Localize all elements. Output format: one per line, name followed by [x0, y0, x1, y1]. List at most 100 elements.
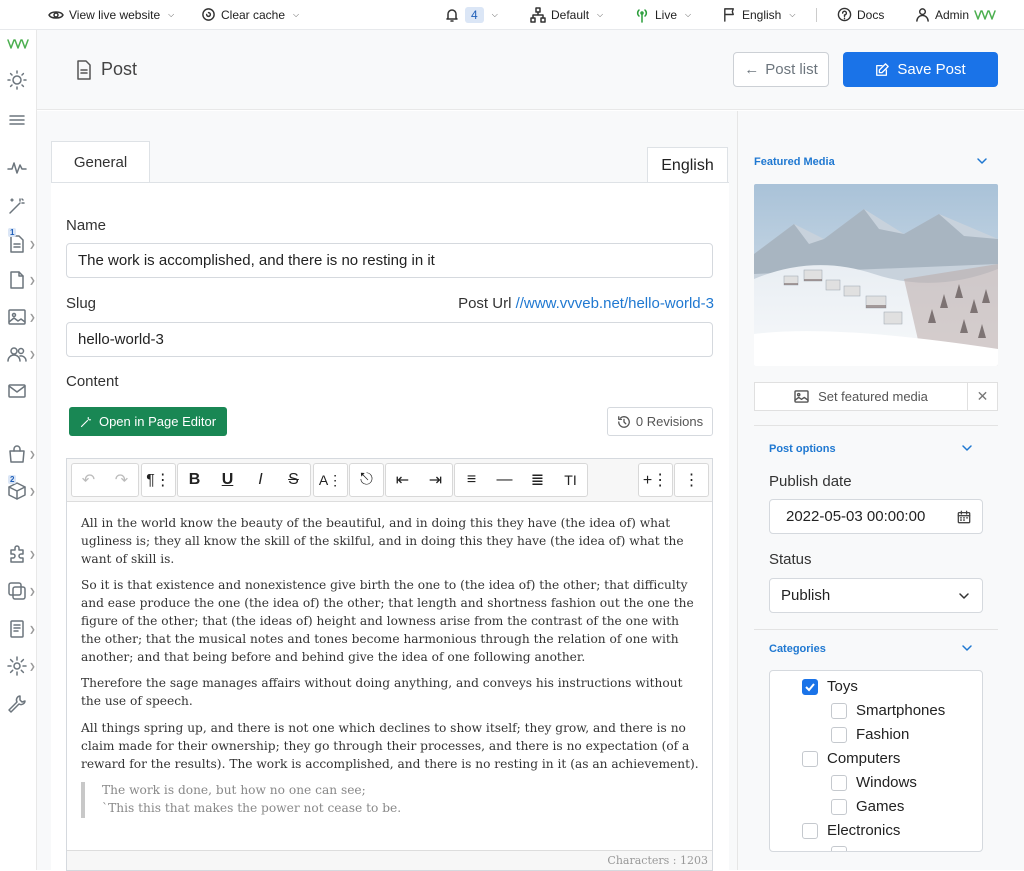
- page-icon[interactable]: ❯: [7, 270, 36, 292]
- post-url-link[interactable]: //www.vvveb.net/hello-world-3: [516, 295, 714, 312]
- help-icon: [837, 7, 852, 22]
- remove-media-icon[interactable]: ✕: [967, 383, 997, 410]
- redo-button[interactable]: ↷: [105, 464, 138, 496]
- sun-icon[interactable]: [7, 70, 29, 92]
- tab-language-english[interactable]: English: [647, 147, 728, 184]
- post-url: Post Url //www.vvveb.net/hello-world-3: [458, 295, 714, 312]
- box-icon[interactable]: 2 ❯: [7, 475, 36, 503]
- themes-icon[interactable]: ❯: [7, 581, 36, 603]
- save-post-button[interactable]: Save Post: [843, 52, 998, 87]
- set-featured-media[interactable]: Set featured media: [755, 383, 967, 410]
- chevron-down-icon: ⌵: [597, 9, 604, 19]
- admin-menu[interactable]: Admin: [915, 0, 996, 29]
- page-header: Post ← Post list Save Post: [37, 30, 1024, 110]
- slug-input[interactable]: hello-world-3: [66, 322, 713, 357]
- insert-button[interactable]: +⋮: [639, 464, 672, 496]
- featured-media-image[interactable]: [754, 184, 998, 366]
- content-paragraph: All in the world know the beauty of the …: [81, 516, 684, 566]
- more-group: ⋮: [674, 463, 709, 497]
- logo-icon[interactable]: [7, 37, 29, 59]
- flag-icon: [722, 7, 737, 22]
- right-sidebar: Featured Media Set featured media ✕ Post…: [737, 111, 1024, 870]
- checkbox[interactable]: [831, 702, 847, 719]
- post-list-button[interactable]: ← Post list: [733, 52, 829, 87]
- checkbox[interactable]: [831, 726, 847, 743]
- italic-button[interactable]: I: [244, 464, 277, 496]
- checkbox-checked[interactable]: [802, 678, 818, 695]
- mail-icon[interactable]: [7, 381, 29, 403]
- undo-button[interactable]: ↶: [72, 464, 105, 496]
- plugins-icon[interactable]: ❯: [7, 544, 36, 566]
- name-input[interactable]: The work is accomplished, and there is n…: [66, 243, 713, 278]
- menu-icon[interactable]: [7, 110, 29, 132]
- clear-cache-menu[interactable]: Clear cache ⌵: [201, 0, 299, 29]
- categories-heading[interactable]: Categories: [769, 643, 826, 655]
- editor-content[interactable]: All in the world know the beauty of the …: [81, 515, 701, 818]
- forms-icon[interactable]: ❯: [7, 619, 36, 641]
- magic-wand-icon[interactable]: [7, 196, 29, 218]
- user-icon: [915, 7, 930, 22]
- publish-date-label: Publish date: [769, 473, 852, 490]
- outdent-button[interactable]: ⇤: [386, 464, 419, 496]
- featured-media-heading[interactable]: Featured Media: [754, 156, 835, 168]
- tab-general[interactable]: General: [51, 141, 150, 183]
- category-games[interactable]: Games: [831, 798, 904, 815]
- media-icon[interactable]: ❯: [7, 307, 36, 329]
- language-selector[interactable]: English ⌵: [722, 0, 795, 29]
- align-left-button[interactable]: ≡: [455, 464, 488, 496]
- strikethrough-button[interactable]: S: [277, 464, 310, 496]
- post-options-heading[interactable]: Post options: [769, 443, 836, 455]
- checkbox[interactable]: [802, 822, 818, 839]
- chevron-down-icon[interactable]: [976, 155, 988, 167]
- category-partial[interactable]: [831, 846, 847, 851]
- ordered-list-button[interactable]: ≣: [521, 464, 554, 496]
- revisions-button[interactable]: 0 Revisions: [607, 407, 713, 436]
- live-mode-selector[interactable]: Live ⌵: [634, 0, 691, 29]
- indent-button[interactable]: ⇥: [419, 464, 452, 496]
- tools-icon[interactable]: [7, 694, 29, 716]
- site-selector[interactable]: Default ⌵: [530, 0, 603, 29]
- horizontal-rule-button[interactable]: —: [488, 464, 521, 496]
- activity-icon[interactable]: [7, 158, 29, 180]
- category-electronics[interactable]: Electronics: [802, 822, 900, 839]
- clear-group: ⎋: [349, 463, 384, 497]
- status-select[interactable]: Publish: [769, 578, 983, 613]
- shop-icon[interactable]: ❯: [7, 444, 36, 466]
- paragraph-format-button[interactable]: ¶⋮: [142, 464, 175, 496]
- history-icon: [617, 415, 631, 429]
- bold-button[interactable]: B: [178, 464, 211, 496]
- chevron-down-icon[interactable]: [961, 442, 973, 454]
- arrow-left-icon: ←: [744, 61, 760, 78]
- category-toys[interactable]: Toys: [802, 678, 858, 695]
- docs-link[interactable]: Docs: [837, 0, 884, 29]
- eye-icon: [48, 7, 64, 23]
- view-live-website-menu[interactable]: View live website ⌵: [48, 0, 174, 29]
- chevron-down-icon: [958, 590, 970, 602]
- category-computers[interactable]: Computers: [802, 750, 900, 767]
- underline-button[interactable]: U: [211, 464, 244, 496]
- calendar-icon[interactable]: [957, 510, 971, 524]
- chevron-down-icon: ⌵: [789, 9, 796, 19]
- publish-date-input[interactable]: 2022-05-03 00:00:00: [769, 499, 983, 534]
- more-options-icon[interactable]: ⋮: [675, 464, 708, 496]
- category-fashion[interactable]: Fashion: [831, 726, 909, 743]
- chevron-down-icon: ⌵: [685, 9, 692, 19]
- category-windows[interactable]: Windows: [831, 774, 917, 791]
- edit-icon: [875, 62, 890, 77]
- text-size-button[interactable]: TI: [554, 464, 587, 496]
- settings-icon[interactable]: ❯: [7, 656, 36, 678]
- checkbox[interactable]: [831, 846, 847, 851]
- chevron-down-icon[interactable]: [961, 642, 973, 654]
- checkbox[interactable]: [802, 750, 818, 767]
- vvveb-logo-icon: [974, 9, 996, 21]
- open-page-editor-button[interactable]: Open in Page Editor: [69, 407, 227, 436]
- checkbox[interactable]: [831, 774, 847, 791]
- notifications-menu[interactable]: 4 ⌵: [444, 0, 498, 29]
- checkbox[interactable]: [831, 798, 847, 815]
- category-smartphones[interactable]: Smartphones: [831, 702, 945, 719]
- eraser-icon[interactable]: ⎋: [350, 464, 383, 496]
- font-style-button[interactable]: A⋮: [314, 464, 347, 496]
- users-icon[interactable]: ❯: [7, 344, 36, 366]
- sidebar: 1 ❯ ❯ ❯ ❯ ❯ 2 ❯ ❯ ❯ ❯ ❯: [0, 30, 37, 870]
- posts-icon[interactable]: 1 ❯: [7, 228, 36, 256]
